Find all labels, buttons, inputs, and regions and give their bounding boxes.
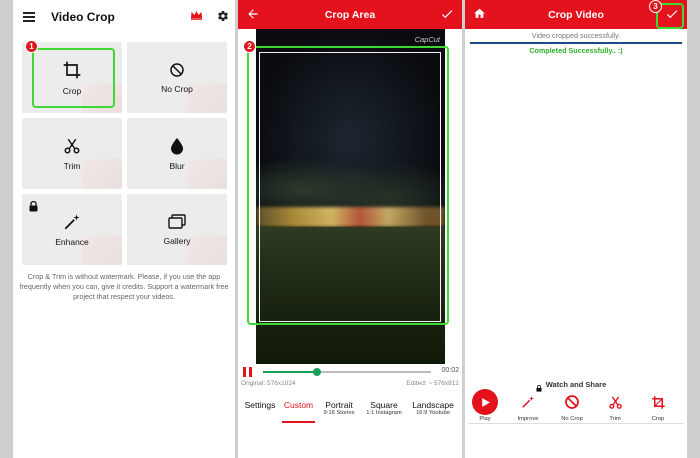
crop-icon <box>63 61 81 78</box>
tab-square[interactable]: Square 1:1 Instagram <box>362 400 406 416</box>
trim-button[interactable]: Trim <box>600 389 630 422</box>
menu-icon[interactable] <box>23 12 35 22</box>
crop-video-title: Crop Video <box>548 8 604 21</box>
crop-icon <box>651 395 665 409</box>
crop-area-title: Crop Area <box>324 8 376 21</box>
crop-area-header: Crop Area <box>238 0 462 29</box>
crop-area-screen: Crop Area CapCut 2 00:02 Original: 576x1… <box>238 0 462 458</box>
improve-button[interactable]: Improve <box>513 385 543 422</box>
end-time: 00:02 <box>441 367 459 374</box>
step-badge-1: 1 <box>25 40 38 53</box>
home-icon[interactable] <box>473 7 486 20</box>
blur-label: Blur <box>169 160 185 171</box>
lock-icon <box>536 385 542 392</box>
aspect-tabs: Settings Custom Portrait 9:16 Stories Sq… <box>238 400 462 423</box>
tab-portrait[interactable]: Portrait 9:16 Stories <box>318 400 360 416</box>
check-icon[interactable] <box>440 7 454 21</box>
no-crop-tile[interactable]: No Crop <box>127 42 227 113</box>
step-badge-2: 2 <box>243 40 256 53</box>
watermark-info-text: Crop & Trim is without watermark. Please… <box>19 272 229 301</box>
back-arrow-icon[interactable] <box>246 7 260 21</box>
home-screen: Video Crop Crop No Crop Trim Blur Enhanc… <box>13 0 235 458</box>
watch-share-heading: Watch and Share <box>545 380 607 389</box>
tab-landscape[interactable]: Landscape 16:9 Youtube <box>408 400 458 416</box>
gallery-icon <box>168 213 186 229</box>
step-badge-3: 3 <box>649 0 662 13</box>
seek-progress <box>263 371 317 373</box>
edited-dims: Edited: ~ 576x812 <box>406 380 459 387</box>
gallery-label: Gallery <box>163 235 191 246</box>
crop-label: Crop <box>62 85 82 96</box>
trim-label: Trim <box>63 160 81 171</box>
no-crop-label: No Crop <box>161 83 193 94</box>
pause-icon[interactable] <box>243 367 252 377</box>
original-dims: Original: 576x1024 <box>241 380 296 387</box>
app-header: Video Crop <box>13 0 235 34</box>
active-tab-indicator <box>282 421 315 423</box>
scissors-icon <box>64 138 80 153</box>
tab-settings[interactable]: Settings <box>242 400 278 410</box>
play-icon <box>481 397 490 407</box>
blur-tile[interactable]: Blur <box>127 118 227 189</box>
status-message: Video cropped successfully. <box>531 31 621 40</box>
share-actions: Play Improve No Crop Trim Crop <box>465 385 687 422</box>
play-button[interactable]: Play <box>470 389 500 422</box>
bottom-divider <box>468 423 684 424</box>
playback-bar: 00:02 <box>238 365 462 379</box>
no-crop-button[interactable]: No Crop <box>557 389 587 422</box>
enhance-label: Enhance <box>55 236 89 247</box>
seek-track[interactable] <box>263 368 431 376</box>
trim-tile[interactable]: Trim <box>22 118 122 189</box>
gallery-tile[interactable]: Gallery <box>127 194 227 265</box>
crown-icon[interactable] <box>190 10 203 20</box>
magic-wand-icon <box>64 214 80 229</box>
crop-button[interactable]: Crop <box>643 389 673 422</box>
magic-wand-icon <box>522 396 534 408</box>
no-crop-icon <box>565 395 579 409</box>
crop-frame-highlight <box>247 46 449 325</box>
app-title: Video Crop <box>51 10 115 24</box>
tab-custom[interactable]: Custom <box>282 400 315 410</box>
droplet-icon <box>171 137 183 154</box>
success-message: Completed Successfully.. :) <box>529 46 623 55</box>
gear-icon[interactable] <box>217 10 229 22</box>
seek-thumb[interactable] <box>312 368 321 376</box>
enhance-tile[interactable]: Enhance <box>22 194 122 265</box>
capcut-watermark: CapCut <box>414 35 440 44</box>
lock-icon <box>29 201 38 212</box>
scissors-icon <box>608 395 622 409</box>
progress-complete-bar <box>470 42 682 44</box>
no-crop-icon <box>170 62 184 77</box>
crop-video-screen: Crop Video 3 Video cropped successfully.… <box>465 0 687 458</box>
